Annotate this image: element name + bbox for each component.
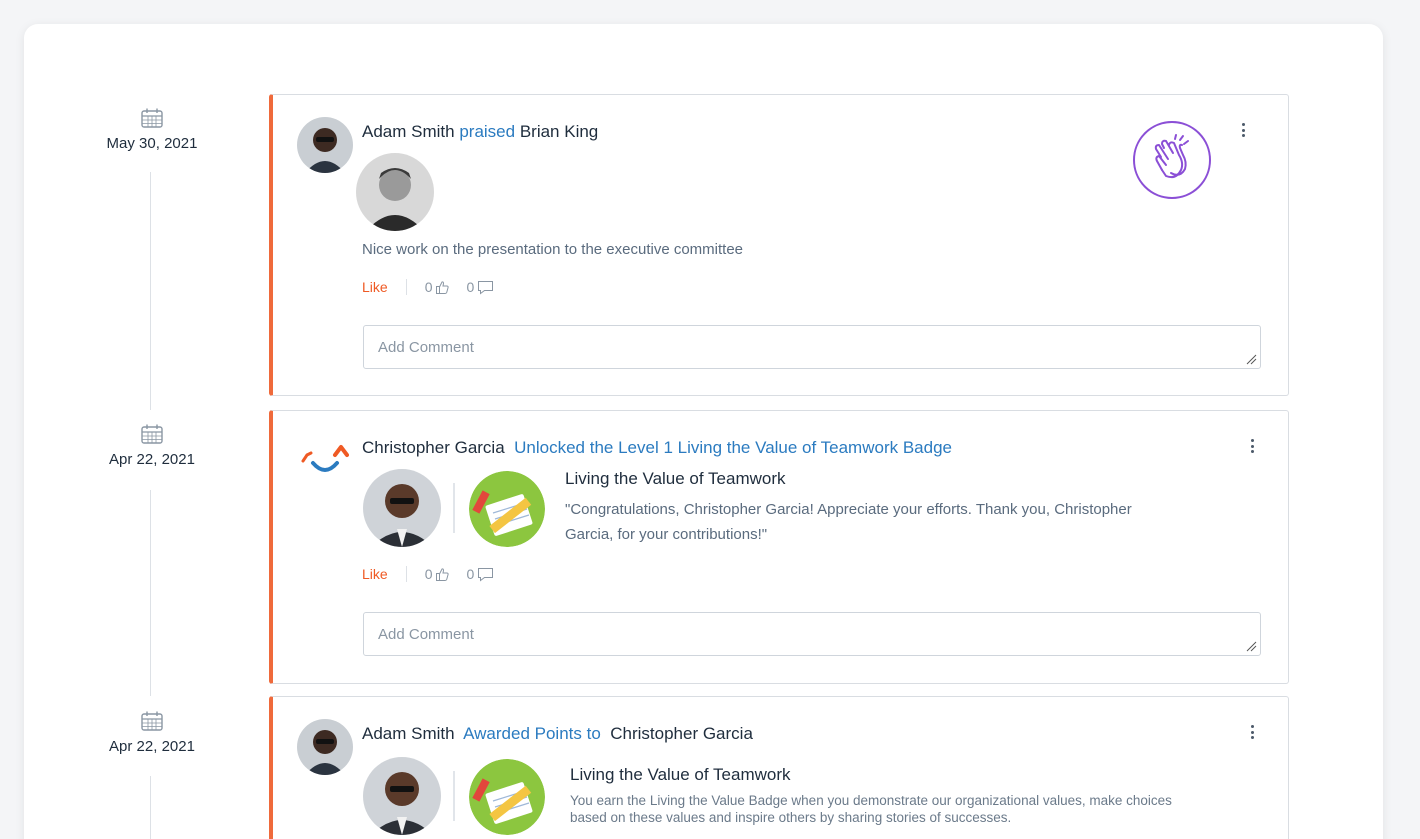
action-text[interactable]: Unlocked the Level 1 Living the Value of…	[514, 438, 952, 457]
like-count-value: 0	[424, 566, 433, 582]
thumbs-up-icon	[436, 280, 450, 294]
teamwork-badge-image[interactable]	[469, 471, 545, 547]
timeline-date: Apr 22, 2021	[92, 710, 212, 755]
calendar-icon	[141, 108, 163, 128]
date-label: Apr 22, 2021	[109, 451, 195, 468]
actor-name[interactable]: Adam Smith	[362, 122, 455, 141]
like-count-value: 0	[424, 279, 433, 295]
timeline-line	[150, 172, 151, 410]
feed-card-points-awarded: Adam Smith Awarded Points to Christopher…	[269, 696, 1289, 839]
divider	[405, 279, 407, 295]
more-options-icon[interactable]	[1241, 123, 1245, 137]
target-name[interactable]: Brian King	[520, 122, 598, 141]
avatar-adam-smith[interactable]	[297, 117, 353, 173]
comment-count-value: 0	[466, 279, 475, 295]
divider	[453, 483, 455, 533]
action-text: Awarded Points to	[463, 724, 601, 743]
timeline-line	[150, 490, 151, 696]
add-comment-input[interactable]: Add Comment	[363, 325, 1261, 369]
avatar-christopher-garcia[interactable]	[363, 469, 441, 547]
actor-name[interactable]: Christopher Garcia	[362, 438, 505, 457]
praise-message: Nice work on the presentation to the exe…	[362, 241, 744, 258]
feed-headline: Adam Smith praised Brian King	[362, 122, 598, 142]
feed-headline: Christopher Garcia Unlocked the Level 1 …	[362, 438, 952, 458]
timeline-line	[150, 776, 151, 839]
comment-count: 0	[466, 279, 494, 295]
more-options-icon[interactable]	[1250, 725, 1254, 739]
badge-message: "Congratulations, Christopher Garcia! Ap…	[565, 501, 1132, 543]
like-button[interactable]: Like	[362, 279, 388, 295]
comment-icon	[478, 567, 494, 581]
like-count: 0	[425, 566, 451, 582]
feed-headline: Adam Smith Awarded Points to Christopher…	[362, 724, 753, 744]
comment-placeholder: Add Comment	[378, 339, 474, 356]
target-name[interactable]: Christopher Garcia	[610, 724, 753, 743]
feed-actions: Like 0 0	[362, 279, 510, 295]
date-label: May 30, 2021	[106, 135, 198, 152]
actor-name[interactable]: Adam Smith	[362, 724, 455, 743]
feed-actions: Like 0 0	[362, 566, 510, 582]
date-label: Apr 22, 2021	[109, 738, 195, 755]
resize-handle-icon[interactable]	[1245, 640, 1257, 652]
divider	[453, 771, 455, 821]
timeline-date: Apr 22, 2021	[92, 423, 212, 468]
comment-placeholder: Add Comment	[378, 626, 474, 643]
like-count: 0	[425, 279, 451, 295]
comment-count: 0	[466, 566, 494, 582]
app-logo-icon	[301, 445, 349, 472]
badge-title: Living the Value of Teamwork	[565, 469, 786, 488]
divider	[405, 566, 407, 582]
feed-card-praise: Adam Smith praised Brian King Nice work …	[269, 94, 1289, 396]
praise-badge	[1133, 121, 1211, 199]
feed-card-badge-unlocked: Christopher Garcia Unlocked the Level 1 …	[269, 410, 1289, 684]
timeline-date: May 30, 2021	[92, 107, 212, 152]
avatar-brian-king[interactable]	[356, 153, 434, 231]
teamwork-badge-image[interactable]	[469, 759, 545, 835]
calendar-icon	[141, 424, 163, 444]
calendar-icon	[141, 711, 163, 731]
badge-description: You earn the Living the Value Badge when…	[570, 793, 1172, 825]
action-text: praised	[459, 122, 516, 141]
badge-title: Living the Value of Teamwork	[570, 765, 791, 784]
comment-icon	[478, 280, 494, 294]
resize-handle-icon[interactable]	[1245, 353, 1257, 365]
clapping-hands-icon	[1154, 134, 1189, 179]
like-button[interactable]: Like	[362, 566, 388, 582]
avatar-christopher-garcia[interactable]	[363, 757, 441, 835]
comment-count-value: 0	[466, 566, 475, 582]
avatar-adam-smith[interactable]	[297, 719, 353, 775]
thumbs-up-icon	[436, 567, 450, 581]
add-comment-input[interactable]: Add Comment	[363, 612, 1261, 656]
more-options-icon[interactable]	[1250, 439, 1254, 453]
